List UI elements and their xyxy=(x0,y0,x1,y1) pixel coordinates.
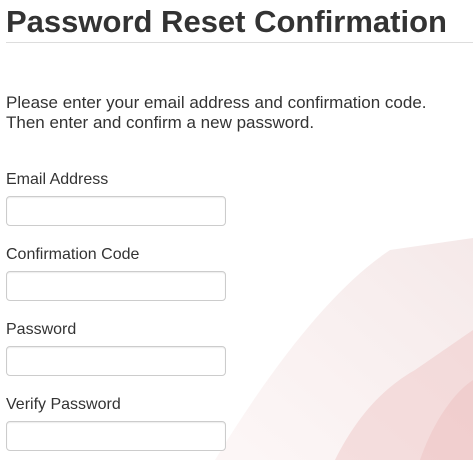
verify-password-label: Verify Password xyxy=(6,396,121,413)
password-field[interactable] xyxy=(6,346,226,376)
verify-password-field-group: Verify Password xyxy=(6,395,473,451)
email-label: Email Address xyxy=(6,171,109,188)
confirmation-code-label: Confirmation Code xyxy=(6,246,140,263)
instructions-line-1: Please enter your email address and conf… xyxy=(6,93,427,112)
confirmation-code-field-group: Confirmation Code xyxy=(6,245,473,301)
email-field[interactable] xyxy=(6,196,226,226)
page-title: Password Reset Confirmation xyxy=(6,4,447,39)
title-divider xyxy=(6,42,473,43)
verify-password-field[interactable] xyxy=(6,421,226,451)
reset-form: Email Address Confirmation Code Password… xyxy=(6,170,473,451)
confirmation-code-field[interactable] xyxy=(6,271,226,301)
password-field-group: Password xyxy=(6,320,473,376)
instructions-line-2: Then enter and confirm a new password. xyxy=(6,113,315,132)
password-label: Password xyxy=(6,321,77,338)
password-reset-page: Password Reset Confirmation Please enter… xyxy=(0,0,473,451)
email-field-group: Email Address xyxy=(6,170,473,226)
instructions-text: Please enter your email address and conf… xyxy=(6,93,471,133)
